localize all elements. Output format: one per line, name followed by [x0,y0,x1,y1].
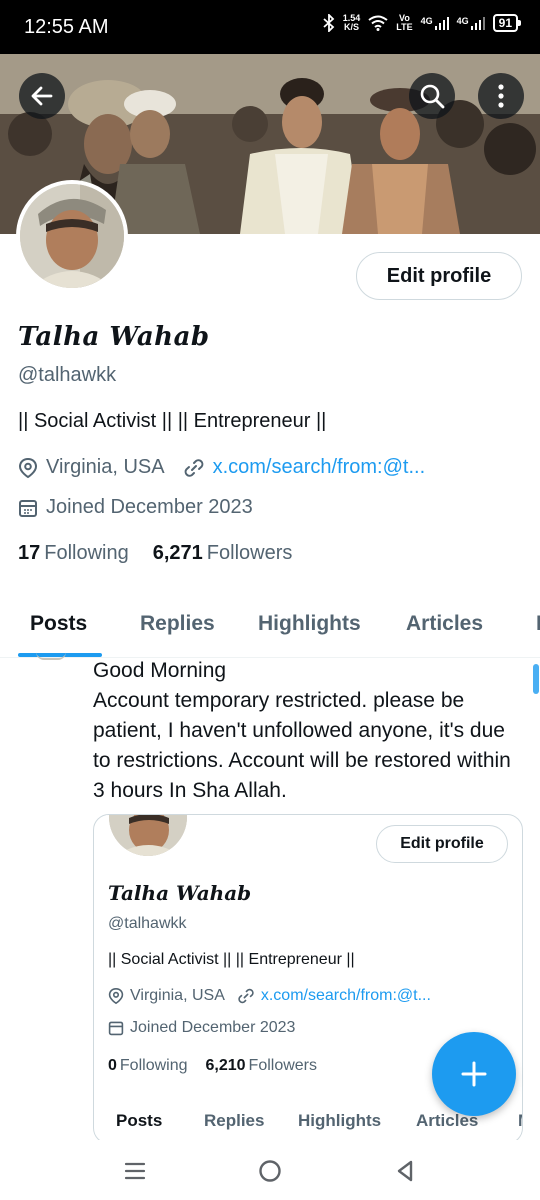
bio: || Social Activist || || Entrepreneur || [18,410,327,432]
nav-recents-icon [124,1162,146,1180]
link-icon [238,988,254,1004]
tab-more[interactable]: M [536,612,540,636]
volte-indicator: Vo LTE [396,13,413,32]
calendar-icon [108,1021,124,1036]
tab-posts[interactable]: Posts [30,612,87,636]
tab-articles[interactable]: Articles [406,612,483,636]
display-name: Talha Wahab [18,322,210,352]
battery-indicator: 91 [492,14,522,32]
embed-handle: @talhawkk [108,915,187,932]
handle: @talhawkk [18,364,117,386]
nav-recents-button[interactable] [120,1156,150,1186]
calendar-icon [19,499,37,517]
post-greeting: Good Morning [93,659,227,682]
post-author-avatar[interactable] [36,652,66,660]
nav-back-icon [397,1160,413,1182]
net-speed: 1.54 K/S [342,13,361,32]
joined-row: Joined December 2023 [18,496,253,519]
more-button[interactable] [478,73,524,119]
back-arrow-icon [31,86,53,106]
embed-follow-stats: 0 Following 6,210 Followers [108,1057,318,1074]
nav-home-button[interactable] [255,1156,285,1186]
embed-avatar-photo [109,815,187,856]
location-text: Virginia, USA [46,456,165,478]
location-pin-icon [18,457,38,478]
signal-1: 4G [421,16,449,30]
status-time: 12:55 AM [24,16,109,38]
bluetooth-icon [323,14,335,32]
signal-bars-icon [434,17,449,30]
nav-home-icon [259,1160,281,1182]
wifi-icon [368,15,388,31]
plus-icon [461,1061,487,1087]
location-website-row: Virginia, USA x.com/search/from:@t... [18,456,425,479]
embed-tab-posts: Posts [116,1111,163,1130]
back-button[interactable] [19,73,65,119]
avatar-photo [20,184,124,288]
location-pin-icon [108,987,124,1005]
embed-tab-replies: Replies [204,1111,265,1130]
embed-display-name: Talha Wahab [108,881,252,905]
embed-bio: || Social Activist || || Entrepreneur || [108,951,355,968]
edit-profile-button[interactable]: Edit profile [356,252,522,300]
search-button[interactable] [409,73,455,119]
status-bar: 12:55 AM 1.54 K/S Vo LTE 4G 4G 91 [0,0,540,54]
post-body: Account temporary restricted. please be … [93,689,511,802]
status-icons: 1.54 K/S Vo LTE 4G 4G 91 [323,13,522,32]
followers-link[interactable]: 6,271 Followers [153,542,293,565]
profile-avatar[interactable] [16,180,128,292]
tab-highlights[interactable]: Highlights [258,612,361,636]
profile-tabs: Posts Replies Highlights Articles M [0,590,540,658]
signal-2: 4G [457,16,485,30]
embed-location-row: Virginia, USA x.com/search/from:@t... [108,987,431,1005]
link-icon [184,458,203,477]
embed-joined-row: Joined December 2023 [108,1019,295,1037]
following-link[interactable]: 17 Following [18,542,129,565]
website-link[interactable]: x.com/search/from:@t... [213,456,426,479]
tab-replies[interactable]: Replies [140,612,215,636]
embed-edit-profile-button: Edit profile [376,825,508,863]
embed-avatar [106,815,190,859]
embed-tab-highlights: Highlights [298,1111,382,1130]
more-vertical-icon [498,84,504,108]
joined-text: Joined December 2023 [46,496,253,518]
search-icon [420,84,445,109]
nav-back-button[interactable] [390,1156,420,1186]
compose-post-button[interactable] [432,1032,516,1116]
signal-bars-icon [470,17,485,30]
android-nav-bar [0,1140,540,1200]
embed-tab-more: M [518,1111,522,1131]
post-text[interactable]: Good Morning Account temporary restricte… [93,656,523,806]
scroll-indicator [533,664,539,694]
follow-stats: 17 Following 6,271 Followers [18,542,292,565]
